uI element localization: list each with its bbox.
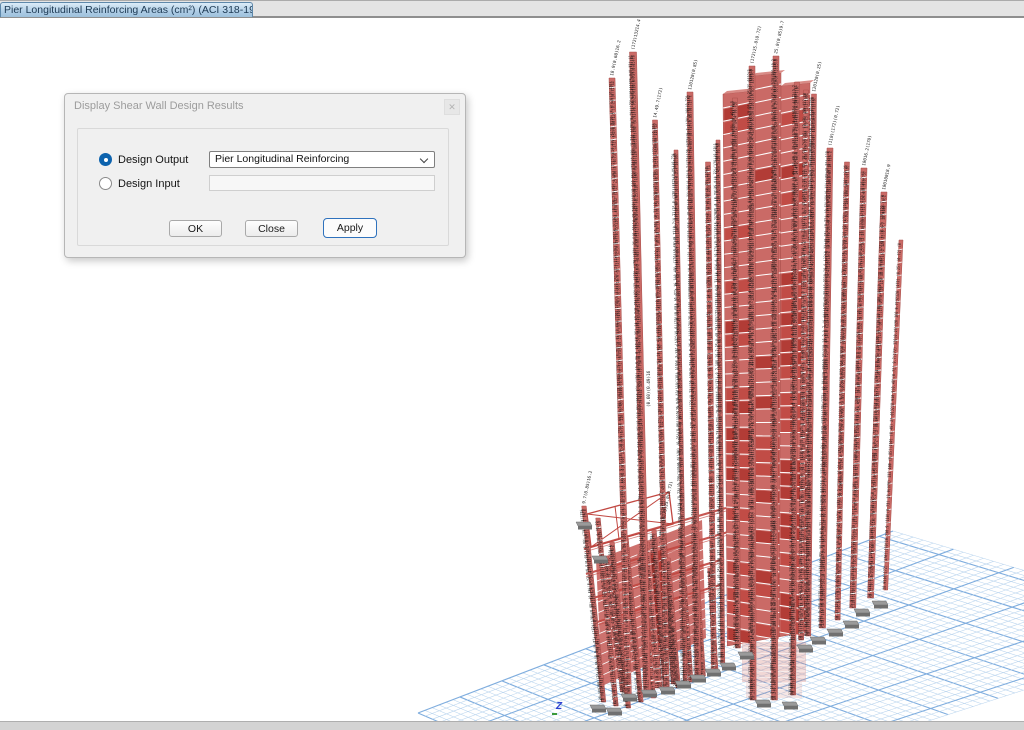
support-pad: [738, 652, 754, 660]
support-pad: [827, 629, 843, 637]
support-pad: [810, 637, 826, 645]
ok-button[interactable]: OK: [169, 220, 222, 237]
chevron-down-icon: [420, 155, 428, 163]
close-button[interactable]: Close: [245, 220, 298, 237]
shear-wall-model: 100(0.25)(0.73)16.2(0.25)(0.60)14.4(0.49…: [576, 18, 903, 715]
design-input-field[interactable]: [209, 175, 435, 191]
z-axis-label: Z: [556, 701, 562, 712]
svg-text:(0.60)(0.49)16: (0.60)(0.49)16: [646, 370, 652, 407]
svg-text:10016.2(170): 10016.2(170): [861, 135, 873, 167]
svg-text:120120(0.25): 120120(0.25): [811, 61, 823, 93]
svg-text:(110)(172)(0.72): (110)(172)(0.72): [827, 105, 841, 147]
pier-bar: 16.2 18.9 110 1009.7 (0.49) 16.2(0.73)13…: [769, 56, 779, 700]
y-axis-tick: [552, 713, 557, 715]
dialog-title: Display Shear Wall Design Results: [74, 100, 244, 112]
support-pad: [854, 609, 870, 617]
design-output-radio[interactable]: [99, 153, 112, 166]
pier-bar: (0.73)120 (170)(0.60)25.0(0.60)25.0 (0.4…: [834, 162, 851, 620]
pier-bar: 18.9 (0.85) (172)(0.60)132 16.2 120(0.72…: [747, 66, 757, 700]
support-pad: [782, 702, 798, 710]
support-pad: [843, 621, 859, 629]
svg-text:(0.25)16.2 (0.49) (0.73)100 14: (0.25)16.2 (0.49) (0.73)100 14.416.2 100…: [749, 69, 756, 700]
apply-button[interactable]: Apply: [323, 218, 377, 238]
svg-text:25.0(0.85)9.7: 25.0(0.85)9.7: [773, 20, 786, 55]
display-shear-wall-dialog: Display Shear Wall Design Results ✕ Desi…: [64, 93, 466, 258]
support-pad: [797, 645, 813, 653]
support-pad: [641, 690, 657, 698]
support-pad: [872, 601, 888, 609]
design-output-select[interactable]: Pier Longitudinal Reinforcing: [209, 151, 435, 168]
design-output-selected-value: Pier Longitudinal Reinforcing: [215, 153, 349, 165]
design-input-label: Design Input: [118, 178, 180, 190]
svg-text:(172)25.0(0.72): (172)25.0(0.72): [749, 25, 763, 64]
support-pad: [590, 705, 606, 713]
support-pad: [592, 556, 608, 564]
design-input-radio[interactable]: [99, 177, 112, 190]
svg-text:(172)13214.4: (172)13214.4: [630, 18, 642, 50]
support-pad: [675, 681, 691, 689]
support-pad: [690, 675, 706, 683]
support-pad: [606, 708, 622, 716]
support-pad: [720, 663, 736, 671]
support-pad: [659, 687, 675, 695]
support-pad: [705, 669, 721, 677]
tab-bar: Pier Longitudinal Reinforcing Areas (cm²…: [0, 0, 1024, 18]
support-pad: [755, 700, 771, 708]
tab-pier-longitudinal-reinforcing[interactable]: Pier Longitudinal Reinforcing Areas (cm²…: [0, 2, 253, 17]
svg-text:14.49.7(172): 14.49.7(172): [652, 87, 664, 119]
close-icon[interactable]: ✕: [444, 99, 460, 115]
svg-text:9.7(0.85)16.2: 9.7(0.85)16.2: [581, 470, 594, 505]
svg-text:110120(0.85): 110120(0.85): [687, 59, 699, 91]
support-pad: [576, 522, 592, 530]
svg-text:18.9(0.60)16.2: 18.9(0.60)16.2: [609, 39, 622, 76]
status-bar: [0, 721, 1024, 730]
pier-bar: (0.60) 9.718.9(170)(0.85) (172)(0.72) 16…: [817, 148, 833, 628]
design-output-label: Design Output: [118, 154, 188, 166]
support-pad: [621, 694, 637, 702]
svg-text:10010018.9: 10010018.9: [881, 163, 892, 190]
